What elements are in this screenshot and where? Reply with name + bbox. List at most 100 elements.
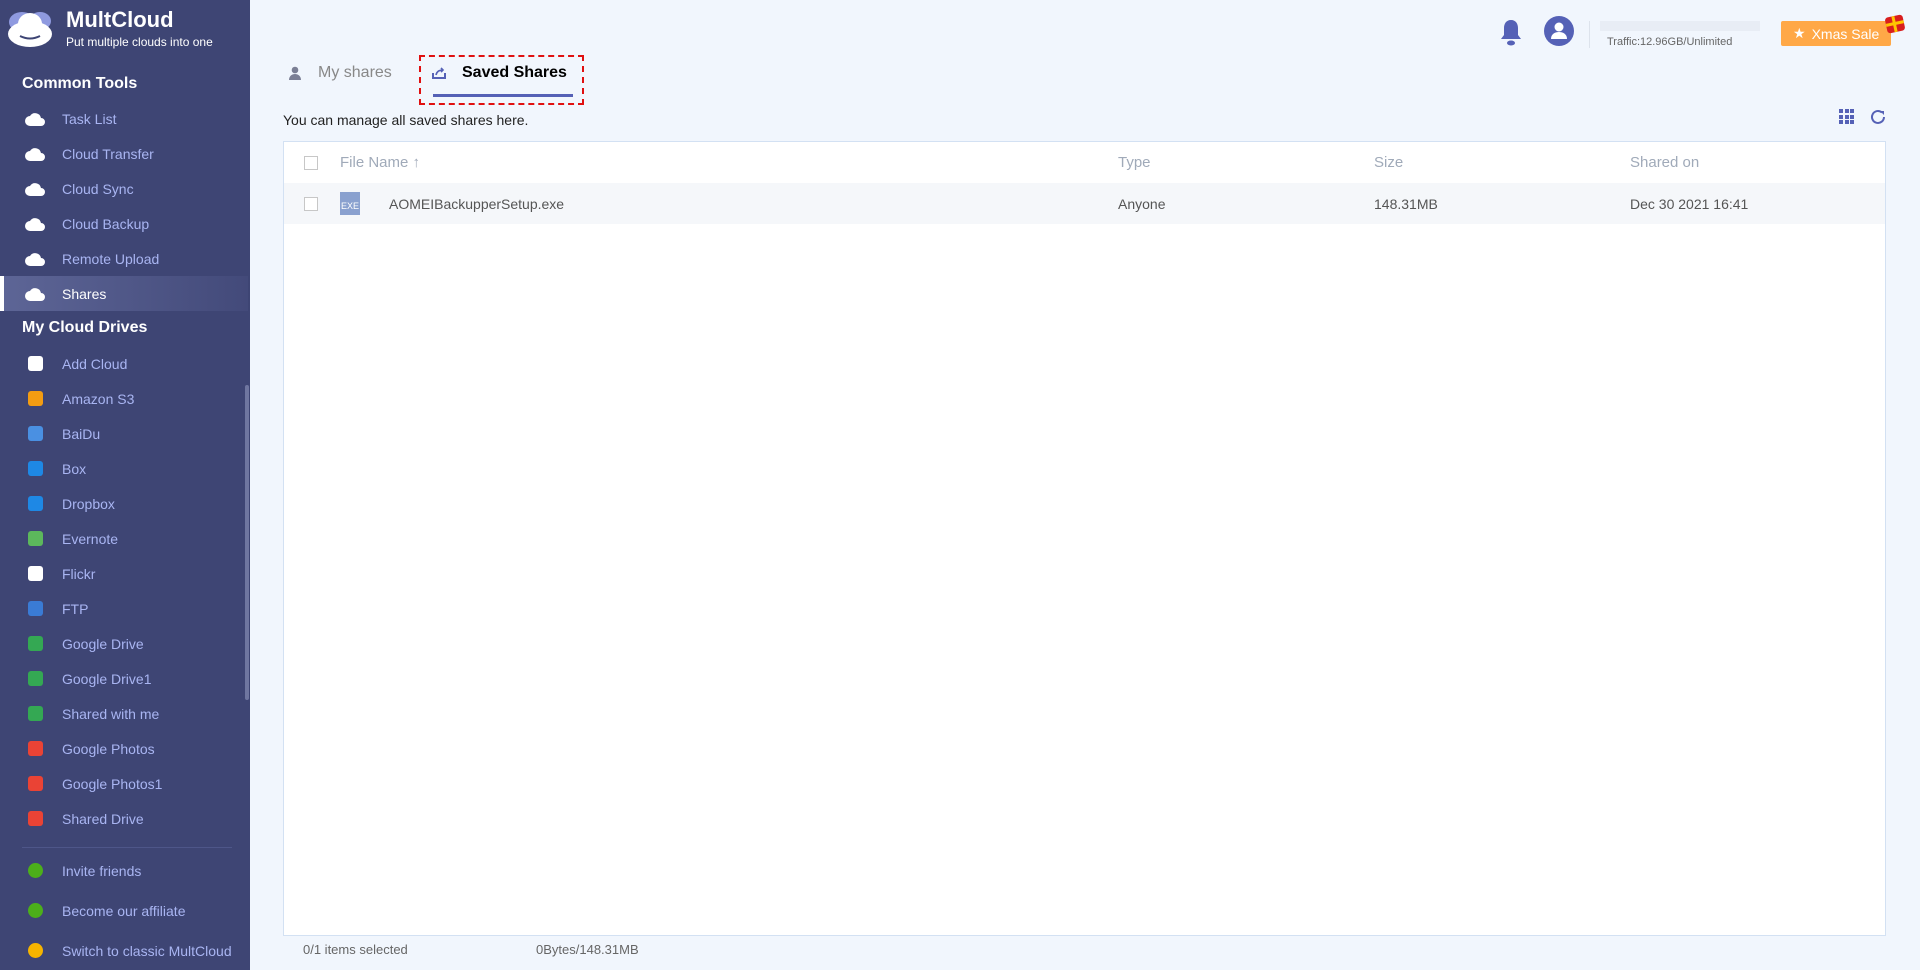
bell-icon[interactable] [1500,18,1522,46]
sidebar-divider [22,847,232,848]
google-photos1-icon [24,775,46,793]
switch-to-classic-multcloud-icon [24,942,46,960]
sort-ascending-icon: ↑ [412,154,421,171]
column-type[interactable]: Type [1118,154,1151,171]
items-selected-count: 0/1 items selected [303,942,408,957]
logo-subtitle: Put multiple clouds into one [66,35,213,49]
box-icon [24,460,46,478]
xmas-sale-label: Xmas Sale [1811,25,1880,42]
sidebar-item-evernote[interactable]: Evernote [0,521,248,556]
tab-saved-shares[interactable]: Saved Shares [432,64,567,82]
sidebar-item-become-our-affiliate[interactable]: Become our affiliate [0,893,248,928]
sidebar-item-label: Shared Drive [62,810,144,827]
sidebar-item-dropbox[interactable]: Dropbox [0,486,248,521]
cloud-share-icon [24,285,46,303]
sidebar-item-google-drive[interactable]: Google Drive [0,626,248,661]
column-size[interactable]: Size [1374,154,1403,171]
sidebar-item-cloud-backup[interactable]: Cloud Backup [0,206,248,241]
sidebar-item-cloud-transfer[interactable]: Cloud Transfer [0,136,248,171]
file-name[interactable]: AOMEIBackupperSetup.exe [389,196,564,212]
sidebar-item-label: Remote Upload [62,250,160,267]
become-our-affiliate-icon [24,902,46,920]
sidebar-item-label: Google Drive1 [62,670,152,687]
sidebar-item-invite-friends[interactable]: Invite friends [0,853,248,888]
sidebar-item-cloud-sync[interactable]: Cloud Sync [0,171,248,206]
sidebar-item-label: Cloud Sync [62,180,134,197]
sidebar-item-ftp[interactable]: FTP [0,591,248,626]
cloud-upload-icon [24,250,46,268]
gift-icon [1884,14,1906,34]
selected-size: 0Bytes/148.31MB [536,942,639,957]
sidebar-item-shares[interactable]: Shares [0,276,248,311]
sidebar-item-shared-with-me[interactable]: Shared with me [0,696,248,731]
sidebar-item-amazon-s3[interactable]: Amazon S3 [0,381,248,416]
page-description: You can manage all saved shares here. [283,112,529,128]
shared-with-me-icon [24,705,46,723]
file-size: 148.31MB [1374,195,1438,212]
sidebar-item-add-cloud[interactable]: Add Cloud [0,346,248,381]
sidebar-item-label: Task List [62,110,117,127]
table-row[interactable]: EXE AOMEIBackupperSetup.exe Anyone 148.3… [284,183,1885,224]
sidebar-item-flickr[interactable]: Flickr [0,556,248,591]
tab-my-shares[interactable]: My shares [288,64,392,82]
sidebar-scrollbar[interactable] [245,385,249,700]
traffic-bar [1600,21,1760,31]
sidebar-item-switch-to-classic-multcloud[interactable]: Switch to classic MultCloud [0,933,248,968]
grid-view-icon[interactable] [1839,109,1854,124]
active-tab-underline [433,94,573,97]
multcloud-logo-icon [8,12,52,47]
column-shared-on[interactable]: Shared on [1630,154,1699,171]
share-export-icon [432,67,446,79]
sidebar-item-label: Dropbox [62,495,115,512]
evernote-icon [24,530,46,548]
amazon-s3-icon [24,390,46,408]
exe-file-icon: EXE [340,192,360,215]
refresh-icon[interactable] [1869,108,1887,126]
traffic-text: Traffic:12.96GB/Unlimited [1607,36,1733,48]
sidebar-item-google-drive1[interactable]: Google Drive1 [0,661,248,696]
shared-on-date: Dec 30 2021 16:41 [1630,195,1749,212]
sidebar-item-label: Shared with me [62,705,160,722]
add-cloud-icon [24,355,46,373]
sidebar-item-label: Evernote [62,530,119,547]
row-checkbox[interactable] [304,196,318,211]
user-icon [289,66,301,80]
ftp-icon [24,600,46,618]
sidebar-item-label: Invite friends [62,862,142,879]
sidebar-item-label: Cloud Transfer [62,145,154,162]
select-all-checkbox[interactable] [304,155,318,170]
user-avatar-icon[interactable] [1544,16,1574,46]
xmas-sale-button[interactable]: ★ Xmas Sale [1781,21,1891,46]
shared-drive-icon [24,810,46,828]
google-drive-icon [24,635,46,653]
sidebar-item-label: Flickr [62,565,96,582]
column-file-name[interactable]: File Name ↑ [340,154,420,171]
sidebar: MultCloud Put multiple clouds into one Co… [0,0,250,970]
header-divider [1589,21,1590,48]
sidebar-item-label: FTP [62,600,89,617]
sidebar-item-label: Switch to classic MultCloud [62,942,232,959]
sidebar-item-label: Amazon S3 [62,390,135,407]
logo-title: MultCloud [66,7,174,32]
google-drive1-icon [24,670,46,688]
cloud-sync-icon [24,180,46,198]
sidebar-item-label: Google Photos1 [62,775,163,792]
logo[interactable]: MultCloud Put multiple clouds into one [4,6,213,50]
sidebar-item-label: Google Drive [62,635,144,652]
google-photos-icon [24,740,46,758]
saved-shares-table: File Name ↑ Type Size Shared on EXE AOME… [283,141,1886,936]
sidebar-item-google-photos1[interactable]: Google Photos1 [0,766,248,801]
sidebar-item-remote-upload[interactable]: Remote Upload [0,241,248,276]
sidebar-item-label: BaiDu [62,425,101,442]
common-tools-heading: Common Tools [22,75,138,92]
sidebar-item-label: Cloud Backup [62,215,150,232]
sidebar-item-box[interactable]: Box [0,451,248,486]
sidebar-item-shared-drive[interactable]: Shared Drive [0,801,248,836]
clipboard-icon [24,110,46,128]
sidebar-item-label: Box [62,460,87,477]
sidebar-item-google-photos[interactable]: Google Photos [0,731,248,766]
tab-my-shares-label: My shares [318,64,392,81]
dropbox-icon [24,495,46,513]
sidebar-item-task-list[interactable]: Task List [0,101,248,136]
sidebar-item-baidu[interactable]: BaiDu [0,416,248,451]
